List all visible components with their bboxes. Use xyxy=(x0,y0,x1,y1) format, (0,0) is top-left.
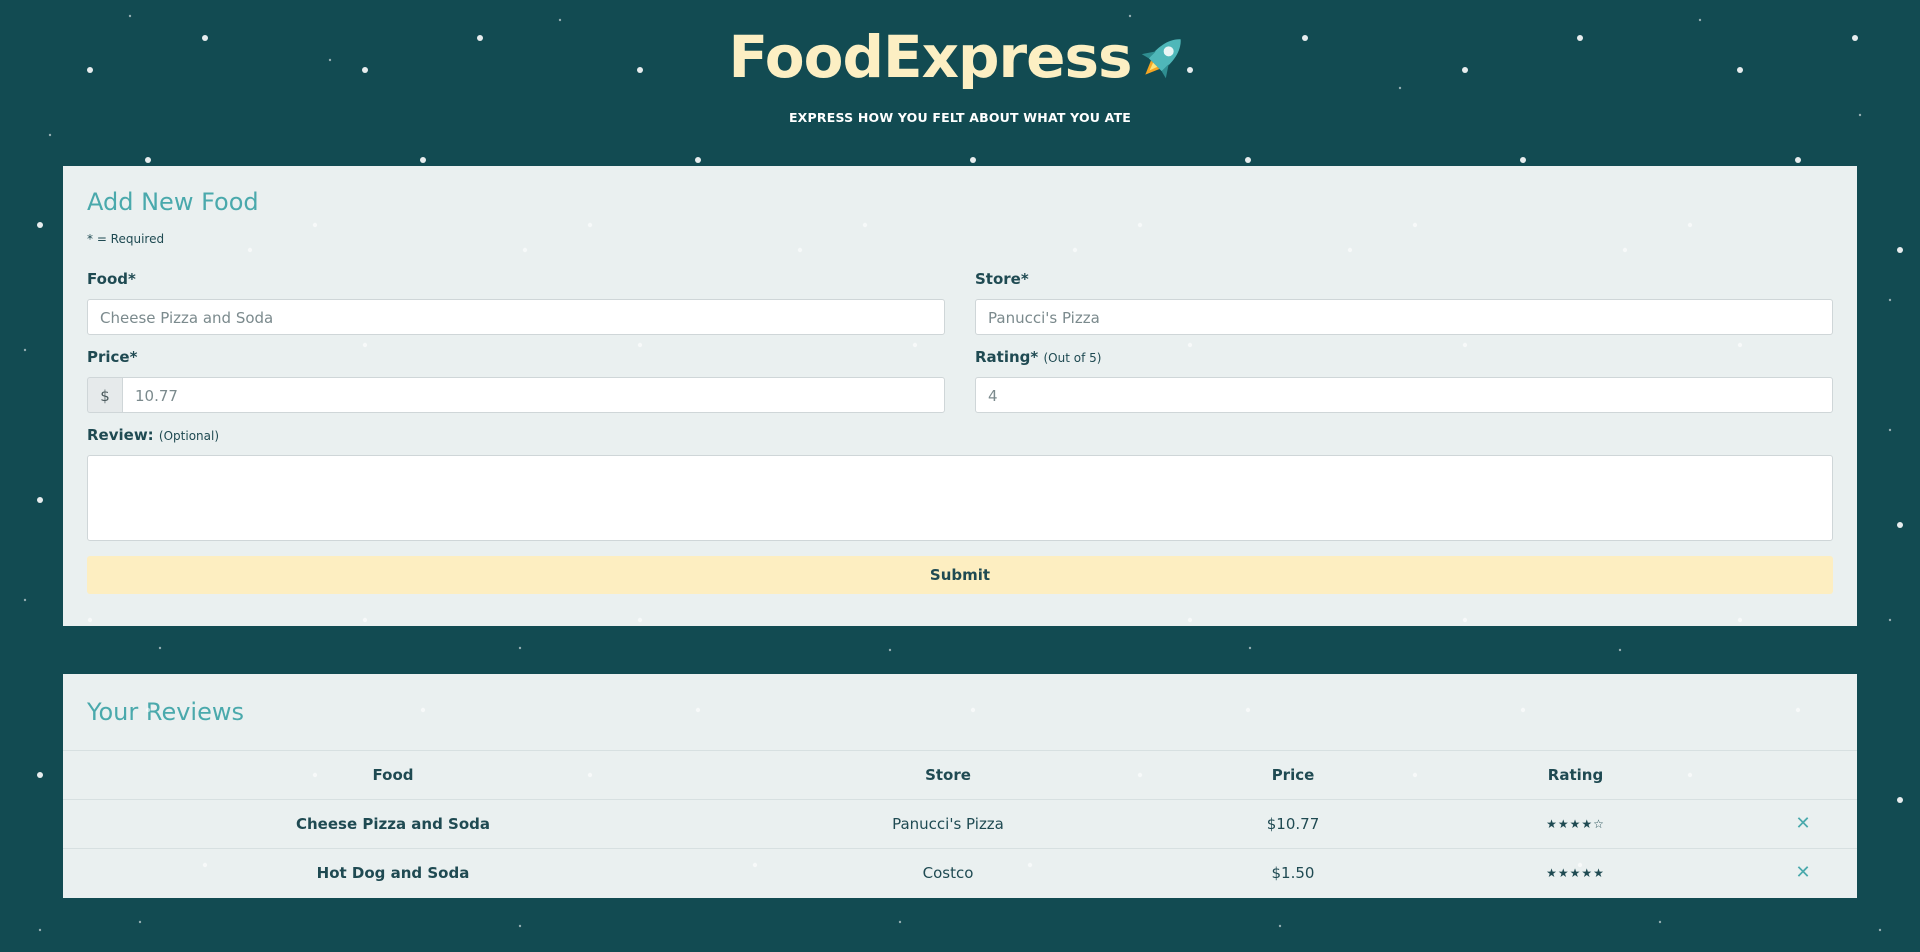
review-hint: (Optional) xyxy=(158,429,220,443)
app-header: FoodExpress EXPRESS HOW YOU FELT ABOUT W… xyxy=(0,0,1920,166)
store-label: Store* xyxy=(975,270,1029,288)
reviews-title: Your Reviews xyxy=(87,698,244,726)
delete-icon[interactable]: ✕ xyxy=(1783,800,1823,848)
review-label: Review: (Optional) xyxy=(87,426,219,444)
add-food-title: Add New Food xyxy=(87,188,259,216)
brand-row: FoodExpress xyxy=(0,28,1920,86)
column-header-store: Store xyxy=(925,766,971,784)
table-row: Hot Dog and Soda Costco $1.50 ★★★★★ ✕ xyxy=(63,848,1857,897)
column-header-price: Price xyxy=(1271,766,1315,784)
food-label: Food* xyxy=(87,270,136,288)
row-price: $1.50 xyxy=(1271,864,1315,882)
required-note: * = Required xyxy=(87,232,165,246)
column-header-food: Food xyxy=(372,766,414,784)
delete-icon[interactable]: ✕ xyxy=(1783,849,1823,897)
review-label-text: Review: xyxy=(87,426,154,444)
row-store: Panucci's Pizza xyxy=(892,815,1004,833)
row-rating-stars: ★★★★☆ xyxy=(1546,817,1605,831)
column-header-rating: Rating xyxy=(1547,766,1604,784)
food-input[interactable]: Cheese Pizza and Soda xyxy=(87,299,945,335)
reviews-table: Food Store Price Rating Cheese Pizza and… xyxy=(63,750,1857,897)
rating-label-text: Rating* xyxy=(975,348,1039,366)
rating-label: Rating* (Out of 5) xyxy=(975,348,1101,366)
row-food: Cheese Pizza and Soda xyxy=(295,815,491,833)
rating-input[interactable]: 4 xyxy=(975,377,1833,413)
submit-button[interactable]: Submit xyxy=(87,556,1833,594)
row-store: Costco xyxy=(922,864,974,882)
row-price: $10.77 xyxy=(1266,815,1320,833)
app-tagline: EXPRESS HOW YOU FELT ABOUT WHAT YOU ATE xyxy=(788,110,1132,125)
reviews-panel: Your Reviews Food Store Price Rating Che… xyxy=(63,674,1857,898)
rating-hint: (Out of 5) xyxy=(1043,351,1102,365)
rocket-icon xyxy=(1134,28,1192,86)
store-input[interactable]: Panucci's Pizza xyxy=(975,299,1833,335)
row-food: Hot Dog and Soda xyxy=(316,864,470,882)
price-currency-prefix: $ xyxy=(87,377,122,413)
price-input[interactable]: 10.77 xyxy=(122,377,945,413)
price-label: Price* xyxy=(87,348,138,366)
table-row: Cheese Pizza and Soda Panucci's Pizza $1… xyxy=(63,799,1857,848)
add-food-panel: Add New Food * = Required Food* Cheese P… xyxy=(63,166,1857,626)
app-title: FoodExpress xyxy=(728,23,1132,91)
review-textarea[interactable] xyxy=(87,455,1833,541)
table-header-row: Food Store Price Rating xyxy=(63,750,1857,799)
row-rating-stars: ★★★★★ xyxy=(1546,866,1605,880)
